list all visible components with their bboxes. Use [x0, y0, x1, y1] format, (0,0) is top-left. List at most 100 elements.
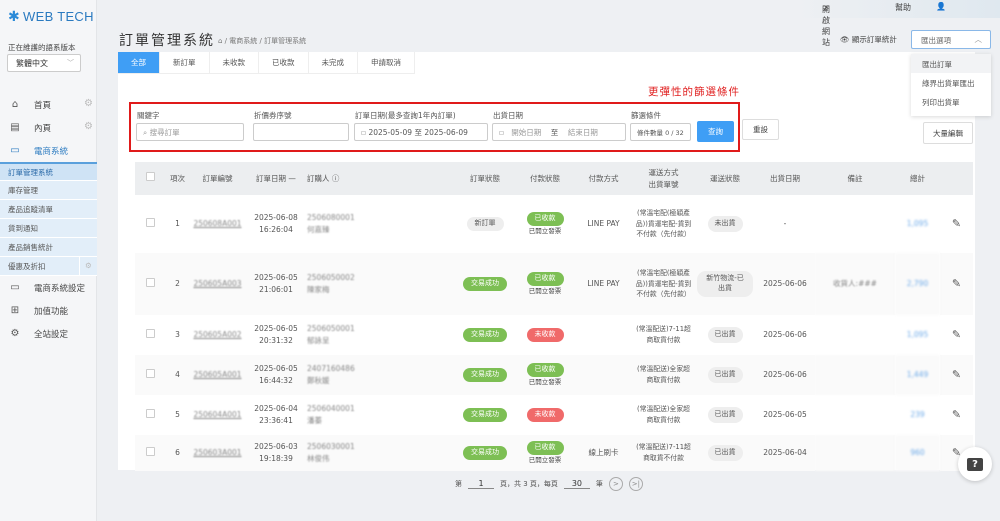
export-option-ecpay[interactable]: 綠界出貨單匯出 [911, 73, 991, 92]
order-total: 2,790 [895, 253, 940, 315]
tab-new[interactable]: 新訂單 [160, 52, 210, 73]
sidebar-subitem-orders[interactable]: 訂單管理系統 [0, 162, 97, 181]
tab-unpaid[interactable]: 未收款 [209, 52, 259, 73]
ship-date: 2025-06-05 [763, 410, 807, 420]
ship-date-range[interactable]: ▫ 開始日期 至 結束日期 [492, 123, 626, 141]
row-checkbox[interactable] [145, 408, 155, 418]
edit-pencil-icon[interactable]: ✎ [952, 217, 961, 230]
logo[interactable]: ✱ WEB TECH [8, 8, 94, 25]
buyer-name: 郁詠呈 [307, 336, 330, 345]
edit-pencil-icon[interactable]: ✎ [952, 408, 961, 421]
order-status-badge: 交易成功 [463, 408, 507, 422]
home-icon[interactable]: ⌂ [218, 37, 225, 45]
ship-status-badge: 新竹物流-已出貨 [697, 271, 753, 297]
help-chat-button[interactable]: ? [958, 447, 992, 481]
asterisk-icon: ✱ [8, 8, 21, 24]
last-page-icon[interactable]: >| [628, 477, 643, 491]
export-select[interactable]: 匯出選項 ︿ [911, 30, 991, 49]
edit-pencil-icon[interactable]: ✎ [952, 368, 961, 381]
buyer-id: 2506050001 [307, 324, 355, 334]
ship-date-start[interactable]: 開始日期 [511, 128, 541, 137]
order-id-link[interactable]: 250605A003 [193, 279, 241, 288]
sidebar-subitem-sales[interactable]: 產品銷售統計 [0, 238, 97, 257]
ship-date: - [783, 219, 787, 229]
order-date: 2025-06-08 [254, 213, 298, 223]
tab-incomplete[interactable]: 未完成 [308, 52, 358, 73]
sidebar-item-site-settings[interactable]: ⚙ 全站設定 [0, 322, 97, 345]
page-title: 訂單管理系統 [119, 33, 215, 49]
pager-prefix: 第 [455, 480, 462, 488]
subitem-label: 優惠及折扣 [8, 261, 46, 271]
ship-date-end[interactable]: 結束日期 [568, 128, 598, 137]
col-ship-status: 運送狀態 [695, 162, 755, 195]
note [815, 195, 895, 253]
gear-icon[interactable]: ⚙ [79, 257, 97, 275]
note [815, 395, 895, 435]
brand-name: WEB TECH [23, 9, 94, 24]
ship-status-badge: 已出貨 [707, 327, 743, 343]
select-all-checkbox[interactable] [145, 172, 155, 182]
sidebar-subitem-discounts[interactable]: 優惠及折扣 ⚙ [0, 257, 97, 276]
order-date-range[interactable]: ▫ 2025-05-09 至 2025-06-09 [354, 123, 488, 141]
per-page-input[interactable]: 30 [563, 479, 590, 489]
user-icon[interactable]: 👤 [936, 2, 946, 11]
query-button[interactable]: 查詢 [697, 121, 734, 142]
language-label: 正在維護的語系版本 [8, 43, 76, 52]
reset-button[interactable]: 重設 [742, 119, 779, 140]
bulk-edit-button[interactable]: 大量編輯 [923, 122, 973, 144]
export-dropdown: 匯出訂單 綠界出貨單匯出 列印出貨單 [911, 54, 991, 116]
sidebar-subitem-inventory[interactable]: 庫存管理 [0, 181, 97, 200]
show-stats-toggle[interactable]: 👁 顯示訂單統計 [840, 34, 897, 45]
sidebar-subitem-restock[interactable]: 貨到通知 [0, 219, 97, 238]
export-option-print[interactable]: 列印出貨單 [911, 92, 991, 111]
coupon-input[interactable] [253, 123, 349, 141]
order-time: 23:36:41 [259, 416, 293, 425]
subitem-label: 產品銷售統計 [8, 242, 53, 252]
ship-date-label: 出貨日期 [493, 111, 523, 120]
page-input[interactable]: 1 [468, 479, 494, 489]
row-checkbox[interactable] [145, 217, 155, 227]
row-checkbox[interactable] [145, 328, 155, 338]
col-order-date[interactable]: 訂單日期 — [245, 162, 307, 195]
gear-icon[interactable]: ⚙ [84, 98, 93, 109]
order-id-link[interactable]: 250608A001 [193, 219, 241, 228]
sidebar-item-ecommerce-settings[interactable]: ▭ 電商系統設定 [0, 276, 97, 299]
pagination: 第 1 頁，共 3 頁，每頁 30 筆 > >| [455, 477, 643, 491]
order-id-link[interactable]: 250603A001 [193, 448, 241, 457]
tab-paid[interactable]: 已收款 [259, 52, 309, 73]
pay-status-badge: 已收款 [526, 441, 564, 455]
info-icon[interactable]: ⓘ [332, 174, 340, 183]
tab-cancel-request[interactable]: 申請取消 [358, 52, 415, 73]
sidebar-item-ecommerce[interactable]: ▭ 電商系統 [0, 139, 97, 162]
condition-select[interactable]: 條件數量 0 / 32 [630, 123, 691, 141]
edit-pencil-icon[interactable]: ✎ [952, 328, 961, 341]
keyword-input[interactable]: ⌕ 搜尋訂單 [136, 123, 244, 141]
sidebar-item-addons[interactable]: ⊞ 加值功能 [0, 299, 97, 322]
order-date-to[interactable]: 2025-06-09 [424, 128, 468, 137]
order-date-from[interactable]: 2025-05-09 [368, 128, 412, 137]
order-id-link[interactable]: 250605A001 [193, 370, 241, 379]
ship-date: 2025-06-06 [755, 355, 815, 395]
order-status-badge: 交易成功 [463, 328, 507, 342]
language-select[interactable]: 繁體中文 ﹀ [7, 54, 81, 72]
export-option-orders[interactable]: 匯出訂單 [911, 54, 991, 73]
sidebar-subitem-tracking[interactable]: 產品追蹤清單 [0, 200, 97, 219]
sidebar-item-label: 加值功能 [34, 306, 69, 317]
next-page-icon[interactable]: > [608, 477, 623, 491]
order-status-badge: 交易成功 [463, 446, 507, 460]
help-link[interactable]: 幫助 [895, 2, 911, 13]
subitem-label: 訂單管理系統 [8, 167, 53, 177]
order-id-link[interactable]: 250604A001 [193, 410, 241, 419]
row-checkbox[interactable] [145, 368, 155, 378]
gear-icon[interactable]: ⚙ [84, 121, 93, 132]
calendar-icon: ▫ [499, 128, 507, 137]
tab-all[interactable]: 全部 [118, 52, 160, 73]
breadcrumb-text[interactable]: / 電商系統 / 訂單管理系統 [225, 37, 306, 45]
order-id-link[interactable]: 250605A002 [193, 330, 241, 339]
edit-pencil-icon[interactable]: ✎ [952, 277, 961, 290]
row-checkbox[interactable] [145, 277, 155, 287]
row-checkbox[interactable] [145, 446, 155, 456]
sidebar-item-home[interactable]: ⌂ 首頁 ⚙ [0, 93, 97, 116]
sidebar-item-pages[interactable]: ▤ 內頁 ⚙ [0, 116, 97, 139]
buyer-name: 潘蓁 [307, 416, 322, 425]
